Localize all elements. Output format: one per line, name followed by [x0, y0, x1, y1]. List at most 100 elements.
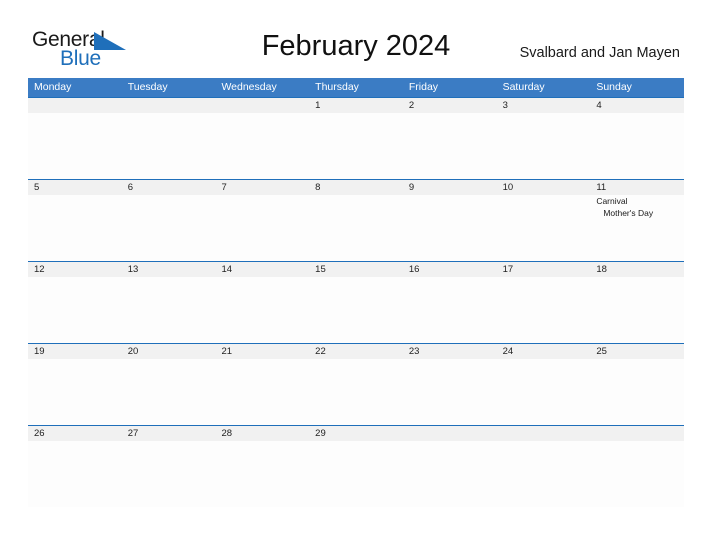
day-number[interactable]: 25: [590, 344, 684, 359]
day-events-cell[interactable]: [590, 359, 684, 425]
day-number[interactable]: 18: [590, 262, 684, 277]
date-number-band: 26 27 28 29: [28, 425, 684, 441]
calendar-week-row: 26 27 28 29: [28, 425, 684, 507]
day-events-cell[interactable]: [215, 195, 309, 261]
day-number[interactable]: 5: [28, 180, 122, 195]
day-number[interactable]: 10: [497, 180, 591, 195]
day-number[interactable]: 2: [403, 98, 497, 113]
day-events-cell[interactable]: [497, 113, 591, 179]
day-number[interactable]: [122, 98, 216, 113]
date-number-band: 19 20 21 22 23 24 25: [28, 343, 684, 359]
calendar-week-row: 12 13 14 15 16 17 18: [28, 261, 684, 343]
day-events-cell[interactable]: [122, 195, 216, 261]
events-band: [28, 277, 684, 343]
weekday-header-tuesday: Tuesday: [127, 81, 168, 93]
day-events-cell[interactable]: [28, 359, 122, 425]
day-events-cell[interactable]: [403, 359, 497, 425]
day-events-cell[interactable]: [28, 195, 122, 261]
day-number[interactable]: 23: [403, 344, 497, 359]
day-number[interactable]: [215, 98, 309, 113]
day-events-cell[interactable]: Carnival Mother's Day: [590, 195, 684, 261]
day-number[interactable]: 14: [215, 262, 309, 277]
day-events-cell[interactable]: [215, 359, 309, 425]
event-label: Mother's Day: [603, 207, 654, 218]
day-number[interactable]: 20: [122, 344, 216, 359]
day-events-cell[interactable]: [122, 359, 216, 425]
day-events-cell[interactable]: [309, 277, 403, 343]
day-number[interactable]: [403, 426, 497, 441]
day-events-cell[interactable]: [122, 113, 216, 179]
day-events-cell[interactable]: [497, 441, 591, 507]
day-events-cell[interactable]: [590, 441, 684, 507]
day-number[interactable]: 4: [590, 98, 684, 113]
page-header: General Blue February 2024 Svalbard and …: [0, 0, 712, 70]
day-events-cell[interactable]: [497, 195, 591, 261]
day-number[interactable]: 9: [403, 180, 497, 195]
calendar-week-row: 1234: [28, 97, 684, 179]
calendar-week-row: 5 6 7 8 9 10 11 Carnival Mother's Day: [28, 179, 684, 261]
day-number[interactable]: 8: [309, 180, 403, 195]
day-events-cell[interactable]: [309, 195, 403, 261]
date-number-band: 12 13 14 15 16 17 18: [28, 261, 684, 277]
events-band: [28, 113, 684, 179]
weekday-header-sunday: Sunday: [596, 81, 632, 93]
day-number[interactable]: 19: [28, 344, 122, 359]
day-number[interactable]: 27: [122, 426, 216, 441]
day-events-cell[interactable]: [403, 195, 497, 261]
weekday-header-row: Monday Tuesday Wednesday Thursday Friday Satu…: [28, 78, 684, 97]
day-number[interactable]: 3: [497, 98, 591, 113]
weekday-header-monday: Monday: [34, 81, 72, 93]
events-band: Carnival Mother's Day: [28, 195, 684, 261]
day-events-cell[interactable]: [403, 113, 497, 179]
day-number[interactable]: 6: [122, 180, 216, 195]
day-events-cell[interactable]: [497, 359, 591, 425]
day-number[interactable]: 12: [28, 262, 122, 277]
day-events-cell[interactable]: [122, 277, 216, 343]
date-number-band: 5 6 7 8 9 10 11: [28, 179, 684, 195]
day-number[interactable]: [590, 426, 684, 441]
weekday-header-thursday: Thursday: [315, 81, 359, 93]
calendar-page: General Blue February 2024 Svalbard and …: [0, 0, 712, 550]
day-events-cell[interactable]: [309, 359, 403, 425]
day-number[interactable]: 11: [590, 180, 684, 195]
day-number[interactable]: 17: [497, 262, 591, 277]
event-label: Carnival: [596, 196, 628, 206]
day-number[interactable]: 7: [215, 180, 309, 195]
day-number[interactable]: 13: [122, 262, 216, 277]
day-number[interactable]: 16: [403, 262, 497, 277]
day-events-cell[interactable]: [215, 277, 309, 343]
weekday-header-wednesday: Wednesday: [221, 81, 277, 93]
weekday-header-saturday: Saturday: [502, 81, 545, 93]
day-number[interactable]: [497, 426, 591, 441]
events-band: [28, 441, 684, 507]
region-label: Svalbard and Jan Mayen: [519, 45, 680, 61]
calendar-week-row: 19 20 21 22 23 24 25: [28, 343, 684, 425]
day-events-cell[interactable]: [590, 277, 684, 343]
day-events-cell[interactable]: [122, 441, 216, 507]
weekday-header-friday: Friday: [408, 81, 439, 93]
calendar-grid: Monday Tuesday Wednesday Thursday Friday Satu…: [28, 78, 684, 507]
events-band: [28, 359, 684, 425]
day-number[interactable]: 21: [215, 344, 309, 359]
day-number[interactable]: 22: [309, 344, 403, 359]
day-number[interactable]: [28, 98, 122, 113]
day-events-cell[interactable]: [403, 277, 497, 343]
day-number[interactable]: 1: [309, 98, 403, 113]
calendar-weeks: 1 2 3 4 5 6 7 8 9 10 11 Carnival Mother's Day 12 13 14 1…: [28, 97, 684, 507]
day-events-cell[interactable]: [215, 113, 309, 179]
day-events-cell[interactable]: [497, 277, 591, 343]
day-number[interactable]: 28: [215, 426, 309, 441]
day-events-cell[interactable]: [309, 113, 403, 179]
day-events-cell[interactable]: [215, 441, 309, 507]
day-events-cell[interactable]: [28, 441, 122, 507]
day-number[interactable]: 29: [309, 426, 403, 441]
day-number[interactable]: 26: [28, 426, 122, 441]
day-events-cell[interactable]: [28, 113, 122, 179]
day-events-cell[interactable]: [309, 441, 403, 507]
day-events-cell[interactable]: [28, 277, 122, 343]
day-events-cell[interactable]: [403, 441, 497, 507]
day-number[interactable]: 24: [497, 344, 591, 359]
day-events-cell[interactable]: [590, 113, 684, 179]
date-number-band: 1234: [28, 97, 684, 113]
day-number[interactable]: 15: [309, 262, 403, 277]
